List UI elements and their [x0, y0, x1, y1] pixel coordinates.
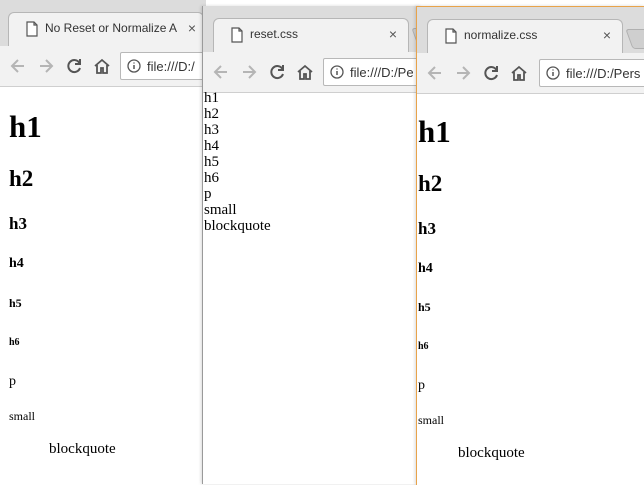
url-text: file:///D:/Pers [566, 66, 641, 81]
heading-h4: h4 [9, 256, 24, 271]
heading-h3: h3 [9, 214, 27, 233]
tab-normalize[interactable]: normalize.css × [427, 19, 623, 55]
heading-h5: h5 [204, 154, 219, 170]
blockquote: blockquote [458, 445, 525, 461]
tab-title: reset.css [250, 27, 299, 41]
heading-h3: h3 [418, 219, 436, 238]
reload-icon[interactable] [267, 62, 287, 82]
back-icon[interactable] [8, 56, 28, 76]
heading-h3: h3 [204, 122, 219, 138]
blockquote: blockquote [204, 218, 271, 234]
back-icon[interactable] [425, 63, 445, 83]
browser-window-no-reset: No Reset or Normalize A × file:///D:/ h1… [0, 0, 206, 484]
new-tab-button[interactable] [625, 29, 644, 49]
browser-window-reset: reset.css × file:///D:/Pe h1 h2 h3 h4 h5… [202, 6, 421, 484]
heading-h2: h2 [204, 106, 219, 122]
tab-strip: normalize.css × [417, 7, 644, 55]
tab-strip: reset.css × [203, 6, 421, 54]
toolbar: file:///D:/ [0, 46, 206, 87]
small-text: small [204, 202, 237, 218]
close-tab-icon[interactable]: × [185, 21, 199, 35]
heading-h5: h5 [418, 300, 431, 314]
tab-strip: No Reset or Normalize A × [0, 0, 206, 48]
close-tab-icon[interactable]: × [386, 27, 400, 41]
url-text: file:///D:/ [147, 59, 195, 74]
forward-icon[interactable] [36, 56, 56, 76]
heading-h1: h1 [204, 90, 219, 106]
blockquote: blockquote [49, 441, 116, 457]
toolbar: file:///D:/Pe [203, 52, 421, 93]
heading-h2: h2 [9, 166, 34, 191]
info-icon[interactable] [127, 59, 141, 73]
heading-h1: h1 [418, 114, 451, 149]
heading-h6: h6 [9, 337, 20, 348]
close-tab-icon[interactable]: × [600, 28, 614, 42]
heading-h2: h2 [418, 171, 443, 196]
paragraph: p [9, 374, 16, 389]
info-icon[interactable] [546, 66, 560, 80]
heading-h6: h6 [204, 170, 219, 186]
toolbar: file:///D:/Pers [417, 53, 644, 94]
address-bar[interactable]: file:///D:/ [120, 52, 206, 80]
address-bar[interactable]: file:///D:/Pers [539, 59, 644, 87]
page-icon [231, 27, 243, 43]
tab-title: normalize.css [464, 28, 538, 42]
tab-reset[interactable]: reset.css × [213, 18, 409, 54]
tab-title: No Reset or Normalize A [45, 21, 178, 35]
heading-h5: h5 [9, 296, 22, 310]
tab-no-reset[interactable]: No Reset or Normalize A × [8, 12, 204, 48]
home-icon[interactable] [509, 63, 529, 83]
address-bar[interactable]: file:///D:/Pe [323, 58, 421, 86]
home-icon[interactable] [92, 56, 112, 76]
small-text: small [9, 409, 35, 423]
page-content: h1 h2 h3 h4 h5 h6 p small blockquote [417, 94, 644, 485]
heading-h6: h6 [418, 341, 429, 352]
small-text: small [418, 413, 444, 427]
heading-h1: h1 [9, 109, 42, 144]
page-icon [26, 21, 38, 37]
forward-icon[interactable] [239, 62, 259, 82]
paragraph: p [418, 378, 425, 393]
heading-h4: h4 [204, 138, 219, 154]
forward-icon[interactable] [453, 63, 473, 83]
info-icon[interactable] [330, 65, 344, 79]
paragraph: p [204, 186, 212, 202]
browser-window-normalize: normalize.css × file:///D:/Pers h1 h2 h3… [416, 6, 644, 485]
reset-content-list: h1 h2 h3 h4 h5 h6 p small blockquote [204, 90, 271, 234]
back-icon[interactable] [211, 62, 231, 82]
reload-icon[interactable] [64, 56, 84, 76]
home-icon[interactable] [295, 62, 315, 82]
reload-icon[interactable] [481, 63, 501, 83]
url-text: file:///D:/Pe [350, 65, 414, 80]
page-icon [445, 28, 457, 44]
heading-h4: h4 [418, 261, 433, 276]
page-content: h1 h2 h3 h4 h5 h6 p small blockquote [203, 90, 421, 484]
page-content: h1 h2 h3 h4 h5 h6 p small blockquote [0, 87, 206, 484]
